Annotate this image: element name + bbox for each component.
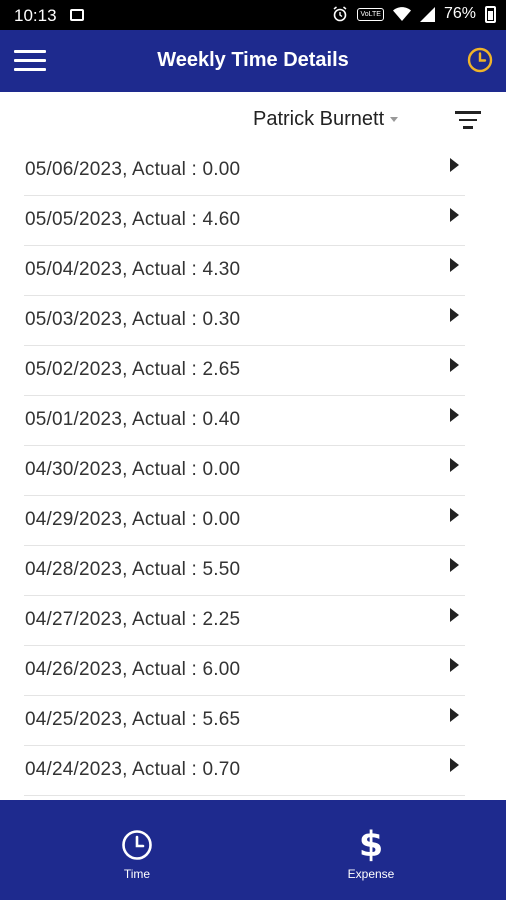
time-entry-row[interactable]: 05/01/2023, Actual : 0.40 — [24, 396, 465, 446]
nav-expense-label: Expense — [347, 867, 395, 881]
time-entry-row[interactable]: 04/29/2023, Actual : 0.00 — [24, 496, 465, 546]
nav-time-label: Time — [123, 867, 151, 881]
user-name: Patrick Burnett — [253, 108, 385, 130]
chevron-right-icon — [450, 458, 459, 472]
gallery-notification-icon — [70, 9, 84, 21]
user-dropdown[interactable]: Patrick Burnett — [253, 108, 399, 131]
bottom-nav: Time $ Expense — [0, 800, 506, 900]
chevron-right-icon — [450, 508, 459, 522]
alarm-icon — [334, 6, 347, 22]
clock-icon[interactable] — [466, 46, 494, 74]
caret-down-icon — [390, 117, 399, 122]
time-entry-row[interactable]: 04/30/2023, Actual : 0.00 — [24, 446, 465, 496]
chevron-right-icon — [450, 758, 459, 772]
filter-bar: Patrick Burnett — [0, 92, 506, 148]
chevron-right-icon — [450, 158, 459, 172]
chevron-right-icon — [450, 408, 459, 422]
time-entry-label: 05/05/2023, Actual : 4.60 — [25, 209, 241, 230]
time-entry-row[interactable]: 04/26/2023, Actual : 6.00 — [24, 646, 465, 696]
time-entry-row[interactable]: 05/05/2023, Actual : 4.60 — [24, 196, 465, 246]
chevron-right-icon — [450, 558, 459, 572]
chevron-right-icon — [450, 208, 459, 222]
time-entry-row[interactable]: 04/24/2023, Actual : 0.70 — [24, 746, 465, 796]
wifi-icon — [392, 7, 411, 21]
time-entry-label: 05/02/2023, Actual : 2.65 — [25, 359, 241, 380]
time-entry-row[interactable]: 05/03/2023, Actual : 0.30 — [24, 296, 465, 346]
signal-icon — [419, 6, 435, 22]
time-entry-row[interactable]: 04/28/2023, Actual : 5.50 — [24, 546, 465, 596]
dollar-icon: $ — [358, 825, 384, 865]
time-entry-label: 04/26/2023, Actual : 6.00 — [25, 659, 241, 680]
nav-expense-button[interactable]: $ Expense — [311, 825, 431, 882]
time-entry-list: 05/06/2023, Actual : 0.00 05/05/2023, Act… — [24, 146, 465, 796]
battery-percent: 76% — [443, 5, 476, 22]
time-entry-label: 05/03/2023, Actual : 0.30 — [25, 309, 241, 330]
time-entry-row[interactable]: 05/06/2023, Actual : 0.00 — [24, 146, 465, 196]
status-time: 10:13 — [14, 6, 57, 25]
time-entry-label: 04/30/2023, Actual : 0.00 — [25, 459, 241, 480]
filter-icon[interactable] — [455, 111, 481, 129]
status-bar: 10:13 VoLTE 76% — [0, 0, 506, 30]
chevron-right-icon — [450, 608, 459, 622]
chevron-right-icon — [450, 658, 459, 672]
time-entry-label: 05/06/2023, Actual : 0.00 — [25, 159, 241, 180]
app-bar: Weekly Time Details — [0, 30, 506, 92]
time-entry-label: 04/24/2023, Actual : 0.70 — [25, 759, 241, 780]
nav-time-button[interactable]: Time — [77, 828, 197, 881]
time-entry-label: 04/29/2023, Actual : 0.00 — [25, 509, 241, 530]
time-entry-label: 04/28/2023, Actual : 5.50 — [25, 559, 241, 580]
time-entry-label: 04/25/2023, Actual : 5.65 — [25, 709, 241, 730]
time-entry-label: 05/01/2023, Actual : 0.40 — [25, 409, 241, 430]
chevron-right-icon — [450, 358, 459, 372]
battery-icon — [485, 5, 496, 23]
chevron-right-icon — [450, 258, 459, 272]
chevron-right-icon — [450, 708, 459, 722]
time-entry-row[interactable]: 04/27/2023, Actual : 2.25 — [24, 596, 465, 646]
time-entry-label: 05/04/2023, Actual : 4.30 — [25, 259, 241, 280]
status-icons: VoLTE 76% — [332, 5, 496, 23]
clock-icon — [122, 830, 152, 860]
time-entry-row[interactable]: 05/02/2023, Actual : 2.65 — [24, 346, 465, 396]
time-entry-label: 04/27/2023, Actual : 2.25 — [25, 609, 241, 630]
chevron-right-icon — [450, 308, 459, 322]
time-entry-row[interactable]: 05/04/2023, Actual : 4.30 — [24, 246, 465, 296]
time-entry-row[interactable]: 04/25/2023, Actual : 5.65 — [24, 696, 465, 746]
volte-badge: VoLTE — [357, 7, 384, 21]
page-title: Weekly Time Details — [157, 49, 349, 71]
